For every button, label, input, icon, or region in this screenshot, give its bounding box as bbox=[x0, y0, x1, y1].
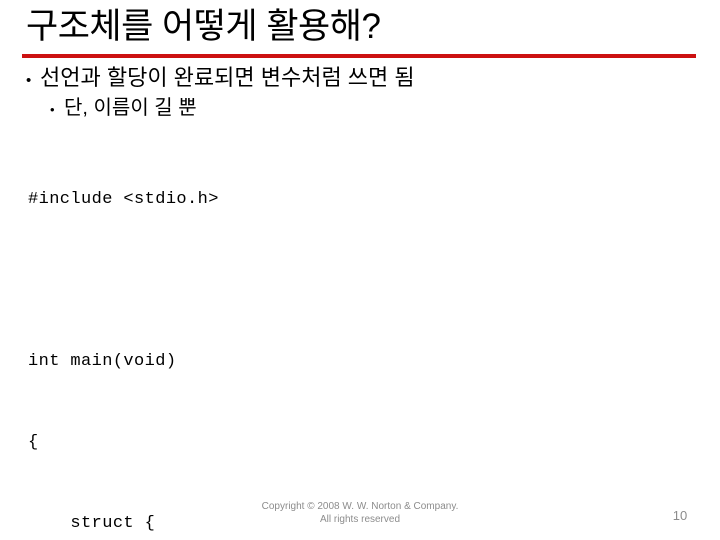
bullet-item-2: • 단, 이름이 길 뿐 bbox=[50, 94, 197, 124]
page-title: 구조체를 어떻게 활용해? bbox=[26, 7, 381, 46]
page-number: 10 bbox=[672, 508, 688, 523]
slide: 구조체를 어떻게 활용해? • 선언과 할당이 완료되면 변수처럼 쓰면 됨 •… bbox=[0, 0, 720, 540]
bullet-item-1-label: 선언과 할당이 완료되면 변수처럼 쓰면 됨 bbox=[40, 65, 415, 90]
code-line: int main(void) bbox=[28, 352, 177, 371]
code-line: { bbox=[28, 433, 39, 452]
footer-copyright-line-1: Copyright © 2008 W. W. Norton & Company. bbox=[261, 501, 459, 512]
code-block: #include <stdio.h> int main(void) { stru… bbox=[28, 132, 718, 540]
footer-copyright: Copyright © 2008 W. W. Norton & Company.… bbox=[210, 500, 510, 526]
footer-copyright-line-2: All rights reserved bbox=[319, 514, 401, 525]
code-line: #include <stdio.h> bbox=[28, 190, 219, 209]
bullet-item-2-label: 단, 이름이 길 뿐 bbox=[64, 97, 197, 119]
bullet-item-1: • 선언과 할당이 완료되면 변수처럼 쓰면 됨 bbox=[26, 63, 415, 96]
title-divider bbox=[22, 54, 696, 58]
bullet-marker-icon: • bbox=[50, 102, 55, 117]
bullet-marker-icon: • bbox=[26, 72, 32, 89]
